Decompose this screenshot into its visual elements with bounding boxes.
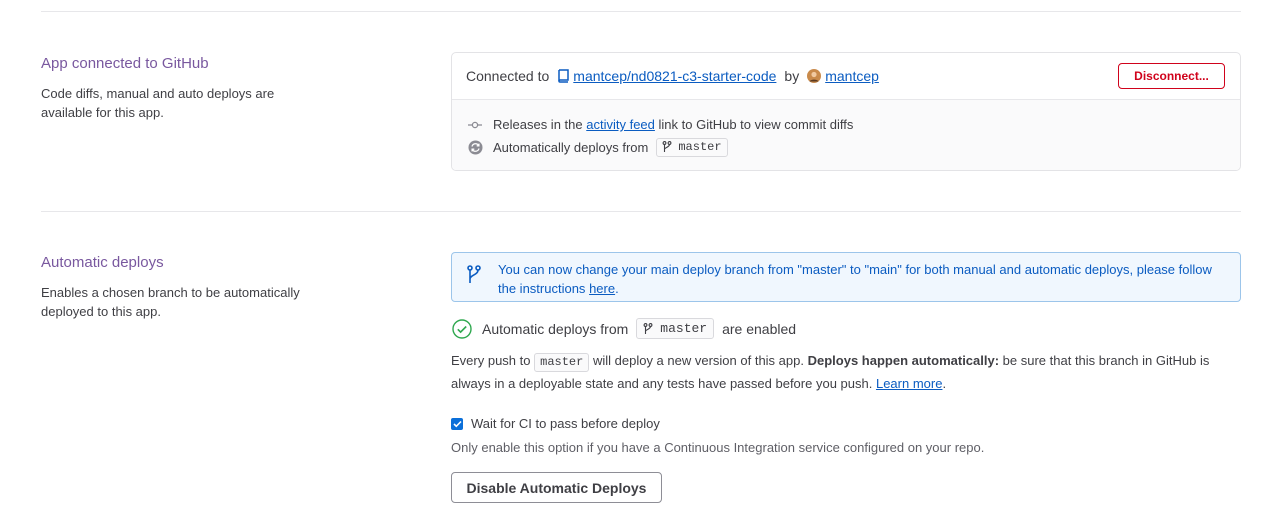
auto-deploys-label: Automatically deploys from: [493, 140, 649, 155]
commit-icon: [467, 120, 483, 130]
learn-more-link[interactable]: Learn more: [876, 376, 942, 391]
auto-deploys-section-description: Enables a chosen branch to be automatica…: [41, 285, 300, 319]
ci-note: Only enable this option if you have a Co…: [451, 440, 985, 455]
branch-rename-notice: You can now change your main deploy bran…: [451, 252, 1241, 302]
releases-suffix: link to GitHub to view commit diffs: [658, 117, 854, 132]
notice-here-link[interactable]: here: [589, 281, 615, 296]
status-branch-chip: master: [636, 318, 715, 339]
releases-row: Releases in the activity feed link to Gi…: [467, 113, 1240, 136]
ci-label[interactable]: Wait for CI to pass before deploy: [471, 416, 660, 431]
github-section-description: Code diffs, manual and auto deploys are …: [41, 86, 275, 120]
connected-label: Connected to: [466, 68, 550, 84]
para-branch-chip: master: [534, 353, 590, 372]
branch-chip: master: [656, 138, 728, 157]
disable-automatic-deploys-button[interactable]: Disable Automatic Deploys: [451, 472, 662, 503]
repo-link[interactable]: mantcep/nd0821-c3-starter-code: [573, 68, 776, 84]
branch-icon: [643, 322, 653, 334]
notice-message: You can now change your main deploy bran…: [498, 260, 1230, 301]
check-circle-icon: [452, 318, 472, 339]
para-end: .: [942, 376, 947, 391]
disconnect-button[interactable]: Disconnect...: [1118, 63, 1225, 89]
status-suffix: are enabled: [722, 320, 797, 337]
branch-icon: [662, 141, 672, 152]
repo-icon: [557, 69, 570, 83]
para-bold: Deploys happen automatically:: [807, 353, 1000, 368]
card-body: Releases in the activity feed link to Gi…: [452, 100, 1240, 170]
avatar: [807, 69, 822, 83]
activity-feed-link[interactable]: activity feed: [586, 117, 655, 132]
branch-name: master: [678, 140, 722, 154]
auto-deploy-info-row: Automatically deploys from master: [467, 136, 1240, 159]
user-link[interactable]: mantcep: [825, 68, 879, 84]
auto-deploys-section-title: Automatic deploys: [41, 254, 164, 271]
ci-checkbox[interactable]: [451, 417, 463, 430]
para-middle: will deploy a new version of this app.: [592, 353, 804, 368]
by-label: by: [784, 68, 800, 84]
ci-wait-option[interactable]: Wait for CI to pass before deploy: [451, 416, 660, 431]
section-divider: [41, 211, 1241, 212]
card-header: Connected to mantcep/nd0821-c3-starter-c…: [452, 53, 1240, 100]
auto-deploy-explanation: Every push to master will deploy a new v…: [451, 350, 1241, 395]
auto-deploy-status: Automatic deploys from master are enable…: [452, 318, 796, 339]
branch-icon: [466, 265, 482, 301]
github-connection-card: Connected to mantcep/nd0821-c3-starter-c…: [451, 52, 1241, 171]
status-branch-name: master: [660, 321, 708, 336]
notice-period: .: [615, 281, 619, 296]
top-divider: [41, 11, 1241, 12]
para-prefix: Every push to: [451, 353, 531, 368]
sync-icon: [467, 140, 483, 155]
releases-prefix: Releases in the: [493, 117, 583, 132]
checkbox-check-icon: [452, 420, 462, 427]
github-section-title: App connected to GitHub: [41, 55, 209, 72]
status-prefix: Automatic deploys from: [482, 320, 629, 337]
